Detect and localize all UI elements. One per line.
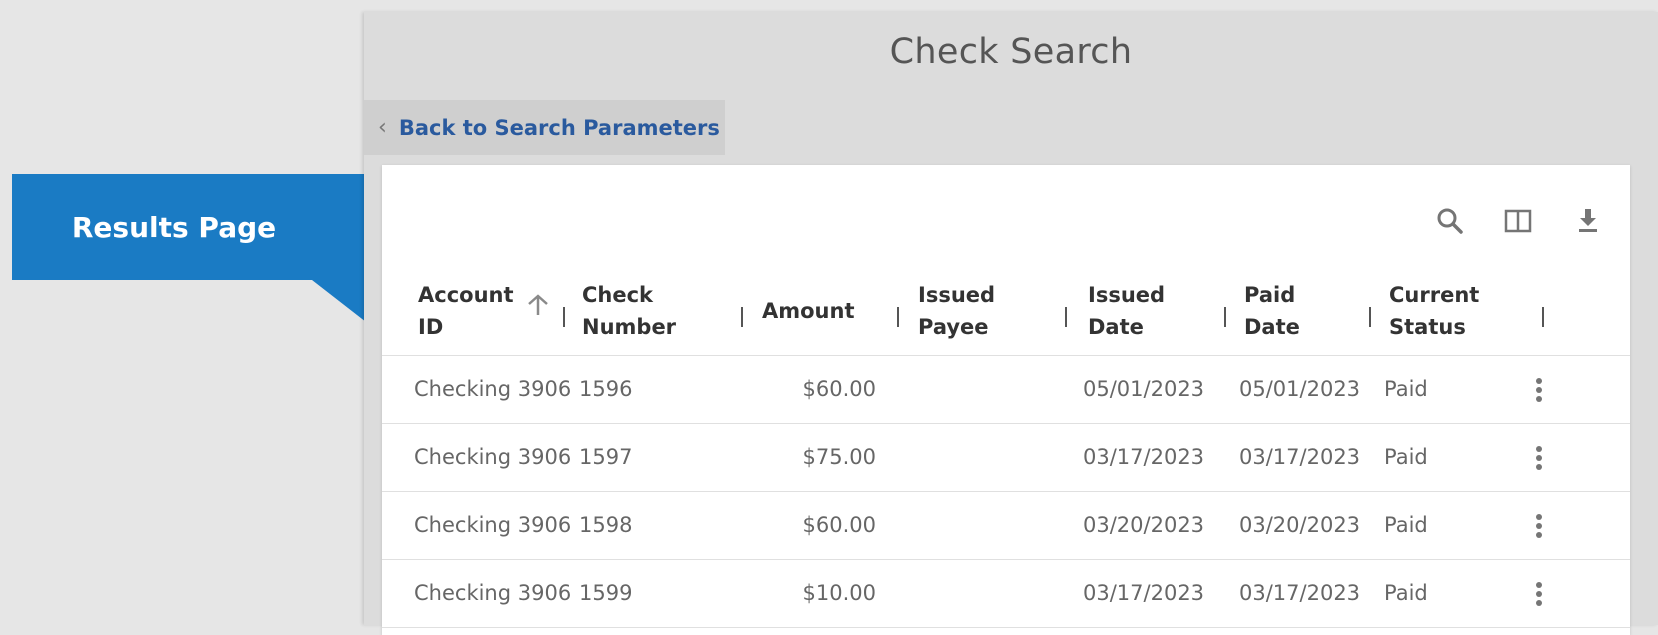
back-link-label: Back to Search Parameters (398, 115, 720, 140)
results-card: Account ID Check Number Amount Issued Payee… (382, 165, 1630, 635)
cell-amount: $60.00 (802, 513, 876, 537)
column-separator[interactable] (563, 307, 565, 327)
cell-check-number: 1598 (579, 513, 633, 537)
cell-check-number: 1596 (579, 377, 633, 401)
columns-icon[interactable] (1502, 205, 1534, 237)
column-separator[interactable] (741, 307, 743, 327)
column-header-issued-date[interactable]: Issued Date (1088, 279, 1218, 343)
table-row[interactable]: Checking 3906 1597 $75.00 03/17/2023 03/… (382, 424, 1630, 492)
cell-status: Paid (1384, 581, 1428, 605)
cell-issued-date: 03/17/2023 (1083, 581, 1205, 605)
column-header-paid-date[interactable]: Paid Date (1244, 279, 1374, 343)
column-separator[interactable] (1065, 307, 1067, 327)
table-row[interactable]: Checking 3906 1599 $10.00 03/17/2023 03/… (382, 560, 1630, 628)
cell-check-number: 1599 (579, 581, 633, 605)
cell-amount: $60.00 (802, 377, 876, 401)
cell-issued-date: 03/17/2023 (1083, 445, 1205, 469)
cell-amount: $75.00 (802, 445, 876, 469)
cell-status: Paid (1384, 513, 1428, 537)
cell-check-number: 1597 (579, 445, 633, 469)
table-header: Account ID Check Number Amount Issued Payee… (382, 275, 1630, 356)
cell-account: Checking 3906 (414, 581, 572, 605)
more-vert-icon[interactable] (1529, 376, 1549, 404)
download-icon[interactable] (1572, 205, 1604, 237)
cell-status: Paid (1384, 377, 1428, 401)
column-header-issued-payee[interactable]: Issued Payee (918, 279, 1048, 343)
column-separator[interactable] (1369, 307, 1371, 327)
column-separator[interactable] (897, 307, 899, 327)
back-to-search-link[interactable]: ‹ Back to Search Parameters (364, 100, 725, 155)
sort-arrow-up-icon[interactable] (524, 291, 552, 319)
table-row[interactable]: Checking 3906 1598 $60.00 03/20/2023 03/… (382, 492, 1630, 560)
column-separator[interactable] (1224, 307, 1226, 327)
check-search-panel: Check Search ‹ Back to Search Parameters… (364, 12, 1658, 635)
chevron-left-icon: ‹ (378, 114, 387, 140)
cell-paid-date: 03/17/2023 (1239, 445, 1361, 469)
cell-issued-date: 05/01/2023 (1083, 377, 1205, 401)
column-header-amount[interactable]: Amount (762, 295, 892, 327)
column-header-current-status[interactable]: Current Status (1389, 279, 1519, 343)
cell-account: Checking 3906 (414, 513, 572, 537)
table-row[interactable]: Checking 3906 1596 $60.00 05/01/2023 05/… (382, 356, 1630, 424)
cell-account: Checking 3906 (414, 445, 572, 469)
more-vert-icon[interactable] (1529, 444, 1549, 472)
cell-status: Paid (1384, 445, 1428, 469)
cell-paid-date: 03/20/2023 (1239, 513, 1361, 537)
callout-label: Results Page (71, 210, 277, 244)
page-title: Check Search (889, 32, 1133, 72)
cell-issued-date: 03/20/2023 (1083, 513, 1205, 537)
search-icon[interactable] (1434, 205, 1466, 237)
column-header-check-number[interactable]: Check Number (582, 279, 712, 343)
cell-paid-date: 03/17/2023 (1239, 581, 1361, 605)
more-vert-icon[interactable] (1529, 512, 1549, 540)
callout-pointer (312, 280, 366, 322)
column-separator[interactable] (1542, 307, 1544, 327)
cell-amount: $10.00 (802, 581, 876, 605)
cell-account: Checking 3906 (414, 377, 572, 401)
more-vert-icon[interactable] (1529, 580, 1549, 608)
cell-paid-date: 05/01/2023 (1239, 377, 1361, 401)
